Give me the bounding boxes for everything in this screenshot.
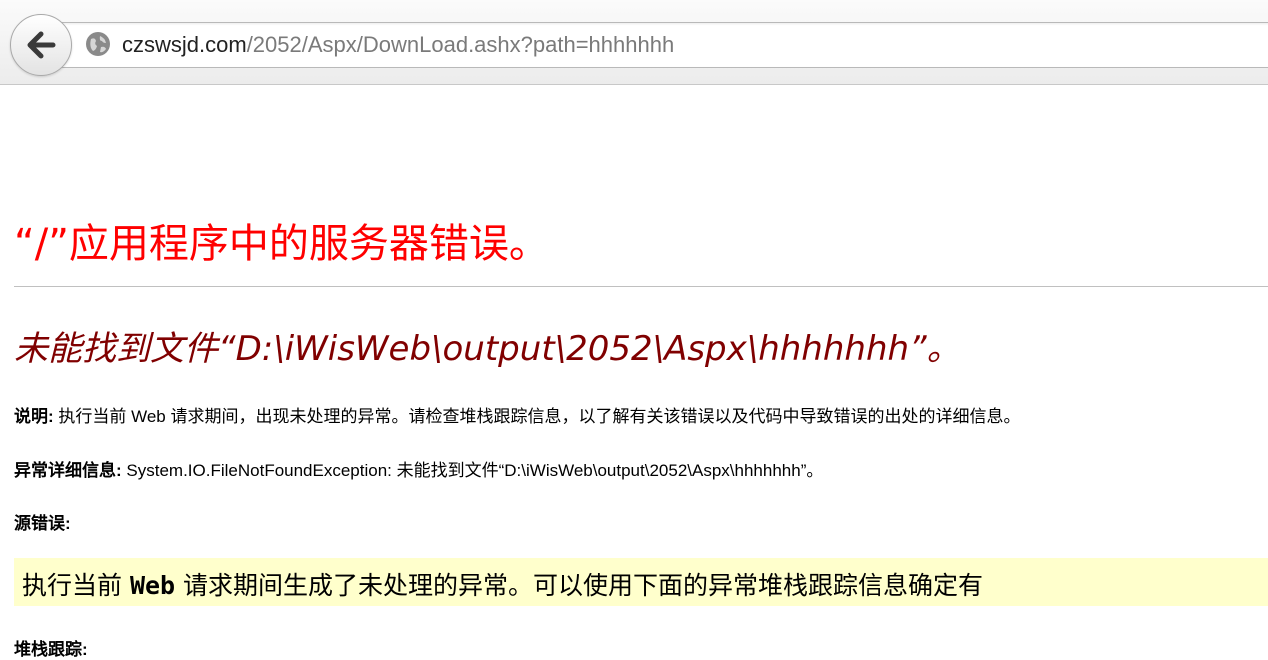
exception-line: 异常详细信息: System.IO.FileNotFoundException:… <box>14 456 823 481</box>
source-text-part1: 执行当前 <box>22 571 130 600</box>
back-button[interactable] <box>10 14 72 76</box>
exception-text: System.IO.FileNotFoundException: 未能找到文件“… <box>121 461 824 480</box>
error-title: 未能找到文件“D:\iWisWeb\output\2052\Aspx\hhhhh… <box>14 329 961 369</box>
url-host: czswsjd.com <box>122 32 247 57</box>
back-arrow-icon <box>27 31 56 59</box>
source-error-box: 执行当前 Web 请求期间生成了未处理的异常。可以使用下面的异常堆栈跟踪信息确定… <box>14 558 1268 606</box>
source-text-part2: 请求期间生成了未处理的异常。可以使用下面的异常堆栈跟踪信息确定有 <box>175 571 984 600</box>
stack-trace-line: 堆栈跟踪: <box>14 635 88 660</box>
source-error-label: 源错误: <box>14 514 71 533</box>
stack-trace-label: 堆栈跟踪: <box>14 640 88 659</box>
page-title: “/”应用程序中的服务器错误。 <box>14 221 549 267</box>
description-line: 说明: 执行当前 Web 请求期间，出现未处理的异常。请检查堆栈跟踪信息，以了解… <box>14 402 1021 427</box>
description-text: 执行当前 Web 请求期间，出现未处理的异常。请检查堆栈跟踪信息，以了解有关该错… <box>53 407 1021 426</box>
source-error-line: 源错误: <box>14 509 71 534</box>
description-label: 说明: <box>14 407 54 426</box>
divider <box>14 286 1268 287</box>
url-path: /2052/Aspx/DownLoad.ashx?path=hhhhhhh <box>246 32 675 57</box>
url-text[interactable]: czswsjd.com/2052/Aspx/DownLoad.ashx?path… <box>122 32 674 58</box>
globe-icon <box>86 32 110 56</box>
browser-toolbar: czswsjd.com/2052/Aspx/DownLoad.ashx?path… <box>0 0 1268 85</box>
exception-label: 异常详细信息: <box>14 461 122 480</box>
source-error-text: 执行当前 Web 请求期间生成了未处理的异常。可以使用下面的异常堆栈跟踪信息确定… <box>22 566 983 602</box>
source-text-web: Web <box>129 571 176 600</box>
